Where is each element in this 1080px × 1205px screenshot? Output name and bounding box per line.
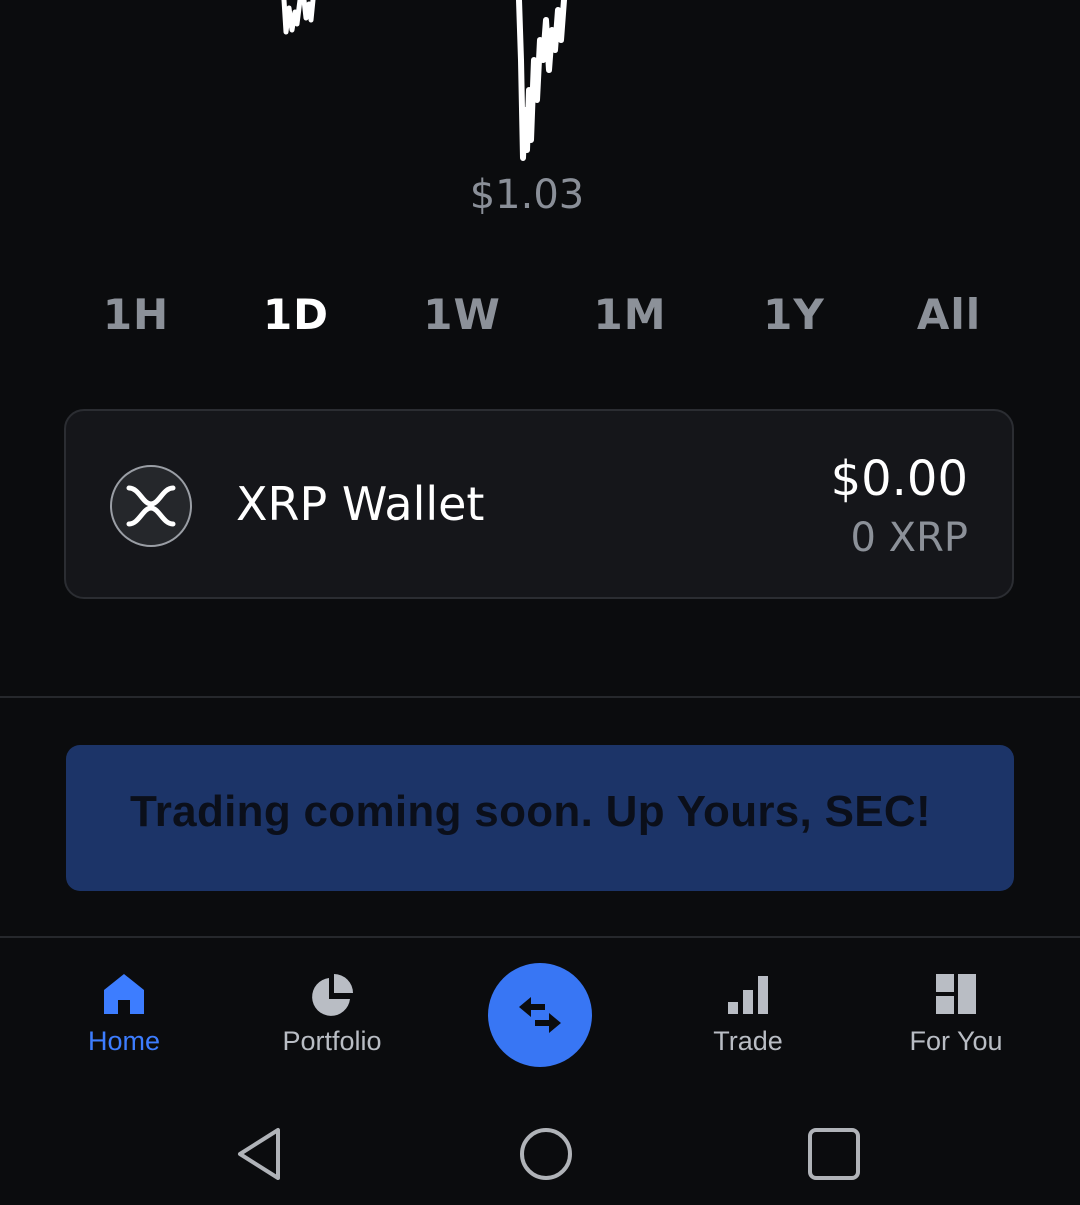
nav-trade-label: Trade	[713, 1026, 783, 1056]
nav-for-you[interactable]: For You	[866, 970, 1046, 1057]
bottom-nav: Home Portfolio Trade For You	[0, 940, 1080, 1100]
range-1y[interactable]: 1Y	[763, 290, 825, 339]
nav-home[interactable]: Home	[34, 970, 214, 1057]
time-range-selector: 1H 1D 1W 1M 1Y All	[0, 290, 1080, 350]
range-1m[interactable]: 1M	[593, 290, 666, 339]
nav-for-you-label: For You	[909, 1026, 1003, 1056]
xrp-wallet-card[interactable]: XRP Wallet $0.00 0 XRP	[64, 409, 1014, 599]
nav-portfolio[interactable]: Portfolio	[242, 970, 422, 1057]
wallet-name: XRP Wallet	[236, 477, 485, 531]
recents-square-icon[interactable]	[804, 1124, 864, 1184]
pie-chart-icon	[312, 974, 353, 1016]
back-triangle-icon[interactable]	[230, 1124, 290, 1184]
range-1d[interactable]: 1D	[263, 290, 329, 339]
banner-text: Trading coming soon. Up Yours, SEC!	[130, 787, 931, 836]
chart-low-price-label: $1.03	[469, 172, 585, 218]
nav-divider	[0, 936, 1080, 938]
dashboard-icon	[936, 974, 976, 1014]
section-divider	[0, 696, 1080, 698]
home-icon	[104, 974, 144, 1014]
range-1h[interactable]: 1H	[103, 290, 169, 339]
range-1w[interactable]: 1W	[423, 290, 501, 339]
nav-trade[interactable]: Trade	[658, 970, 838, 1057]
trading-banner: Trading coming soon. Up Yours, SEC!	[66, 745, 1014, 891]
price-chart-line	[281, 0, 567, 161]
wallet-usd-balance: $0.00	[830, 451, 968, 507]
home-circle-icon[interactable]	[516, 1124, 576, 1184]
nav-home-label: Home	[87, 1026, 161, 1056]
price-chart: $1.03	[0, 0, 1080, 240]
xrp-logo-icon	[110, 465, 192, 547]
range-all[interactable]: All	[917, 290, 981, 339]
system-nav-bar	[0, 1100, 1080, 1205]
swap-arrows-icon	[519, 997, 561, 1033]
swap-button[interactable]	[488, 963, 592, 1067]
wallet-token-balance: 0 XRP	[850, 515, 968, 561]
bar-chart-icon	[728, 976, 768, 1014]
nav-portfolio-label: Portfolio	[282, 1026, 382, 1056]
